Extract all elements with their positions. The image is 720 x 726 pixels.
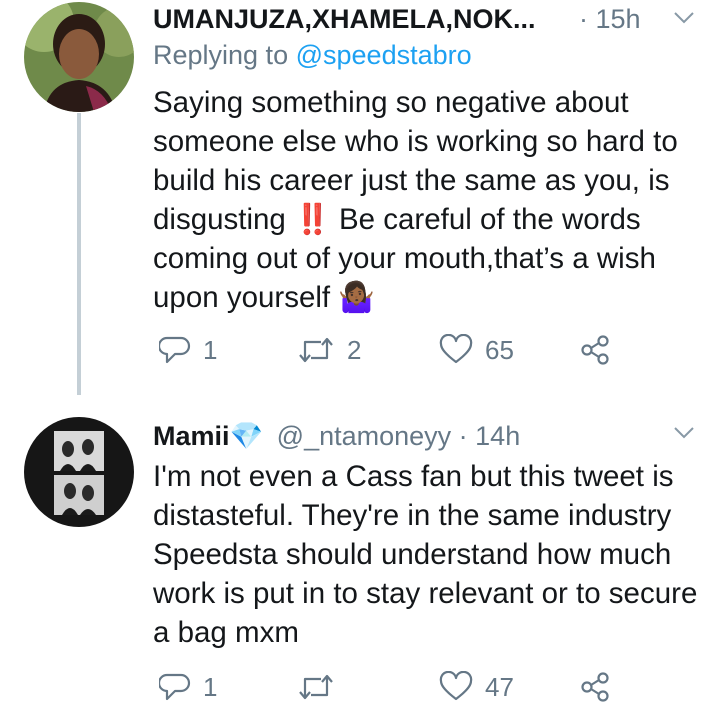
tweet[interactable]: Mamii💎 @_ntamoneyy · 14h I'm not even a … <box>0 405 720 726</box>
display-name[interactable]: UMANJUZA,XHAMELA,NOK... <box>153 4 536 34</box>
replying-to: Replying to @speedstabro <box>153 40 472 70</box>
reply-button[interactable]: 1 <box>159 334 217 366</box>
thread-line <box>77 113 81 395</box>
share-icon <box>581 335 609 365</box>
tweet-header: Mamii💎 @_ntamoneyy · 14h <box>153 419 702 453</box>
like-icon <box>439 671 473 701</box>
like-icon <box>439 334 473 364</box>
retweet-icon <box>299 337 333 363</box>
reply-button[interactable]: 1 <box>159 671 217 703</box>
retweet-button[interactable]: 2 <box>297 334 361 366</box>
avatar[interactable] <box>24 417 134 527</box>
share-button[interactable] <box>579 671 611 703</box>
chevron-down-icon[interactable] <box>670 4 698 32</box>
retweet-icon <box>299 674 333 700</box>
tweet[interactable]: UMANJUZA,XHAMELA,NOK... · 15h Replying t… <box>0 0 720 395</box>
tweet-text: Saying something so negative about someo… <box>153 86 686 314</box>
like-count: 65 <box>485 334 514 365</box>
reply-count: 1 <box>203 334 218 365</box>
replying-to-link[interactable]: @speedstabro <box>296 40 472 70</box>
like-count: 47 <box>485 671 514 702</box>
tweet-actions: 1 2 65 <box>153 334 720 374</box>
timestamp[interactable]: · 14h <box>459 421 521 451</box>
reply-icon <box>159 673 191 701</box>
tweet-actions: 1 47 <box>153 671 720 711</box>
retweet-count: 2 <box>347 334 362 365</box>
like-button[interactable]: 65 <box>439 334 514 366</box>
display-name[interactable]: Mamii💎 <box>153 421 263 451</box>
retweet-button[interactable] <box>297 671 347 703</box>
tweet-text: I'm not even a Cass fan but this tweet i… <box>153 460 706 649</box>
tweet-header: UMANJUZA,XHAMELA,NOK... · 15h <box>153 2 702 36</box>
share-icon <box>581 672 609 702</box>
share-button[interactable] <box>579 334 611 366</box>
reply-icon <box>159 336 191 364</box>
chevron-down-icon[interactable] <box>670 419 698 447</box>
reply-count: 1 <box>203 671 218 702</box>
like-button[interactable]: 47 <box>439 671 514 703</box>
timestamp[interactable]: · 15h <box>579 2 641 36</box>
avatar[interactable] <box>24 2 134 112</box>
user-handle[interactable]: @_ntamoneyy <box>277 421 452 451</box>
